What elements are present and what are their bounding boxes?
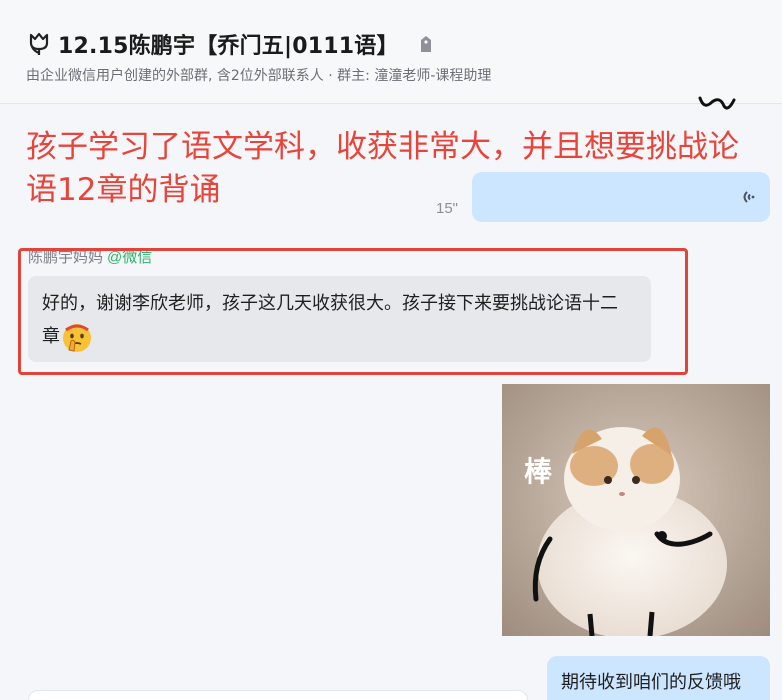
outgoing-message-text: 期待收到咱们的反馈哦 xyxy=(561,672,741,693)
tag-icon[interactable] xyxy=(419,35,433,53)
chat-header: 12.15陈鹏宇【乔门五|0111语】 由企业微信用户创建的外部群, 含2位外部… xyxy=(0,0,782,104)
next-message-card xyxy=(28,690,528,700)
voice-wave-icon xyxy=(743,191,755,203)
outgoing-message-bubble[interactable]: 期待收到咱们的反馈哦 xyxy=(547,656,770,700)
tulip-icon xyxy=(29,32,49,55)
sticker-caption: 棒 xyxy=(524,455,553,488)
chat-title-row[interactable]: 12.15陈鹏宇【乔门五|0111语】 xyxy=(26,28,433,60)
scribble-decoration xyxy=(698,96,736,110)
chat-subtitle: 由企业微信用户创建的外部群, 含2位外部联系人 · 群主: 潼潼老师-课程助理 xyxy=(26,68,492,84)
cat-sticker-art xyxy=(502,384,770,636)
voice-duration: 15" xyxy=(436,200,459,217)
red-highlight-box xyxy=(18,248,688,375)
voice-message-bubble[interactable] xyxy=(472,172,770,222)
chat-title: 12.15陈鹏宇【乔门五|0111语】 xyxy=(58,34,399,59)
cat-sticker-image[interactable]: 棒 xyxy=(502,384,770,636)
